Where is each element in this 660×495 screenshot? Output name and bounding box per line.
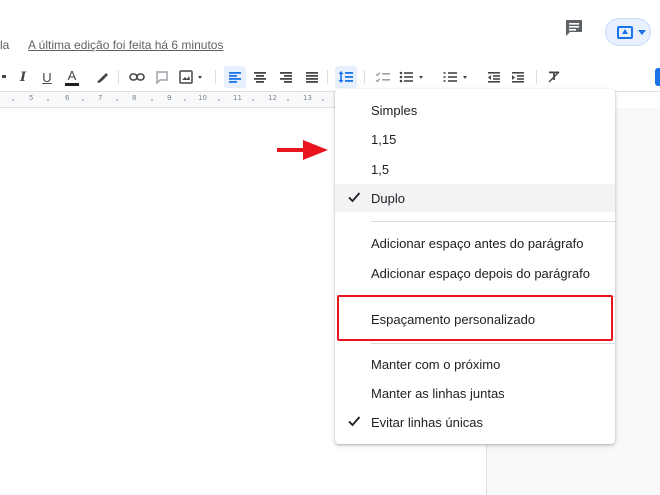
checkmark-icon <box>348 416 361 427</box>
menu-item-label: 1,15 <box>371 131 397 147</box>
toolbar-divider <box>536 70 537 84</box>
toolbar-partial-button[interactable] <box>0 66 8 88</box>
menu-item-duplo[interactable]: Duplo <box>335 184 615 212</box>
menu-item-label: 1,5 <box>371 161 390 177</box>
ruler-mark: 9 <box>167 94 172 102</box>
arrow-head <box>303 140 328 160</box>
ruler-mark: 8 <box>132 94 137 102</box>
highlight-icon[interactable] <box>92 66 112 88</box>
formatting-toolbar: I U A <box>0 62 660 92</box>
toolbar-divider <box>118 70 119 84</box>
menu-item-label: Simples <box>371 102 418 118</box>
insert-image-icon[interactable] <box>178 66 208 88</box>
ruler-mark: 12 <box>268 94 277 102</box>
clear-formatting-icon[interactable] <box>544 66 564 88</box>
ruler-tick <box>116 99 118 101</box>
menu-item-label: Manter as linhas juntas <box>371 385 505 401</box>
menu-item-label: Duplo <box>371 190 405 206</box>
add-comment-icon[interactable] <box>152 66 172 88</box>
bulleted-list-icon[interactable] <box>398 66 430 88</box>
menu-item-partial[interactable]: la <box>0 38 9 52</box>
ruler-tick <box>287 99 289 101</box>
justify-icon[interactable] <box>302 66 322 88</box>
insert-link-icon[interactable] <box>126 66 148 88</box>
document-header: la A última edição foi feita há 6 minuto… <box>0 0 660 62</box>
ruler-tick <box>12 99 14 101</box>
arrow-shaft <box>277 148 307 152</box>
menu-item-1-5[interactable]: 1,5 <box>335 155 615 183</box>
text-color-icon[interactable]: A <box>62 66 82 88</box>
align-center-icon[interactable] <box>250 66 270 88</box>
decrease-indent-icon[interactable] <box>484 66 504 88</box>
ruler-tick <box>151 99 153 101</box>
menu-item-label: Adicionar espaço antes do parágrafo <box>371 235 584 251</box>
text-color-letter: A <box>67 67 77 83</box>
chevron-down-icon <box>638 30 646 35</box>
menu-divider <box>371 343 615 344</box>
menu-item-simples[interactable]: Simples <box>335 96 615 124</box>
increase-indent-icon[interactable] <box>508 66 528 88</box>
ruler-mark: 5 <box>29 94 34 102</box>
menu-item-label: Adicionar espaço depois do parágrafo <box>371 265 590 281</box>
ruler-mark: 6 <box>65 94 70 102</box>
numbered-list-icon[interactable] <box>442 66 474 88</box>
ruler-mark: 7 <box>98 94 103 102</box>
annotation-arrow-icon <box>277 140 328 160</box>
last-edit-link[interactable]: A última edição foi feita há 6 minutos <box>28 38 223 52</box>
line-spacing-icon[interactable] <box>335 66 357 88</box>
toolbar-divider <box>215 70 216 84</box>
menu-divider <box>371 221 615 222</box>
menu-item-label: Evitar linhas únicas <box>371 414 483 430</box>
underline-icon[interactable]: U <box>38 66 56 88</box>
checkmark-icon <box>348 192 361 203</box>
present-to-all-icon <box>617 26 633 39</box>
align-right-icon[interactable] <box>276 66 296 88</box>
menu-item-label: Manter com o próximo <box>371 356 501 372</box>
line-spacing-menu: Simples 1,15 1,5 Duplo Adicionar espaço … <box>335 89 615 444</box>
ruler: 5 6 7 8 9 10 11 12 13 <box>0 92 340 108</box>
align-left-icon[interactable] <box>224 66 246 88</box>
text-color-bar <box>65 82 79 86</box>
menu-item-add-space-before[interactable]: Adicionar espaço antes do parágrafo <box>335 229 615 257</box>
menu-item-1-15[interactable]: 1,15 <box>335 125 615 153</box>
ruler-mark: 11 <box>233 94 242 102</box>
present-button[interactable] <box>605 18 651 46</box>
ruler-mark: 10 <box>198 94 207 102</box>
ruler-tick <box>47 99 49 101</box>
toolbar-divider <box>364 70 365 84</box>
ruler-tick <box>252 99 254 101</box>
toolbar-divider <box>327 70 328 84</box>
annotation-highlight-box <box>337 295 613 341</box>
italic-icon[interactable]: I <box>14 66 32 88</box>
menu-item-keep-with-next[interactable]: Manter com o próximo <box>335 350 615 378</box>
menu-item-add-space-after[interactable]: Adicionar espaço depois do parágrafo <box>335 259 615 287</box>
menu-item-keep-lines-together[interactable]: Manter as linhas juntas <box>335 379 615 407</box>
checklist-icon[interactable] <box>372 66 394 88</box>
ruler-tick <box>322 99 324 101</box>
ruler-mark: 13 <box>303 94 312 102</box>
edit-mode-button[interactable] <box>655 68 660 86</box>
ruler-tick <box>218 99 220 101</box>
menu-item-prevent-single-lines[interactable]: Evitar linhas únicas <box>335 408 615 436</box>
ruler-tick <box>184 99 186 101</box>
ruler-tick <box>82 99 84 101</box>
comment-icon[interactable] <box>563 17 585 39</box>
